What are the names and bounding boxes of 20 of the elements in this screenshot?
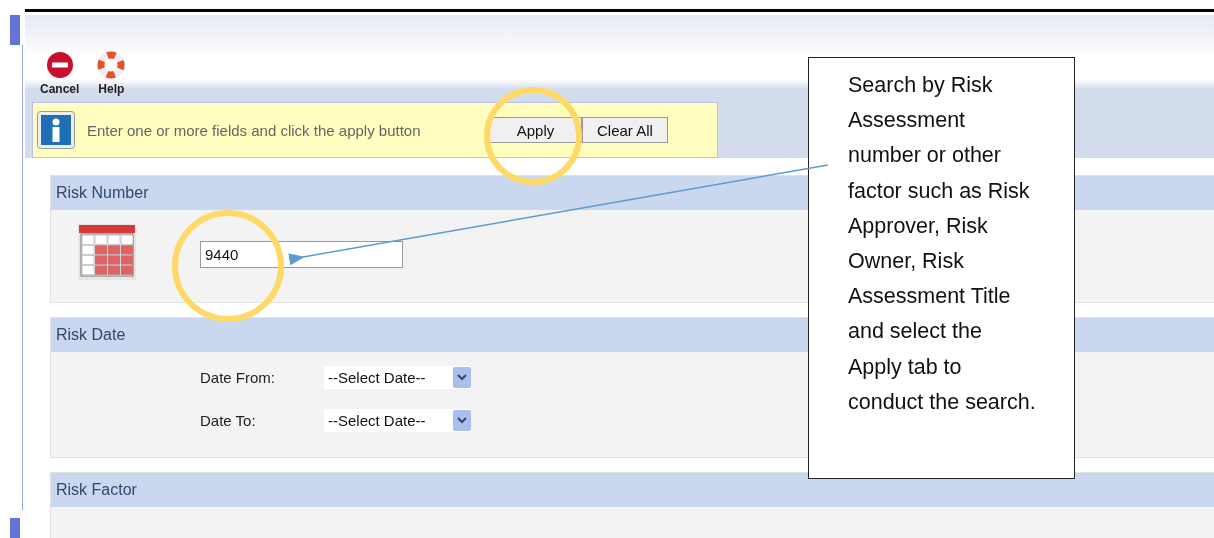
- help-button[interactable]: Help: [97, 51, 126, 96]
- section-header: Risk Factor: [51, 473, 1214, 507]
- date-select[interactable]: --Select Date--: [324, 409, 471, 432]
- table-icon: [78, 224, 136, 280]
- cancel-button[interactable]: Cancel: [40, 51, 80, 96]
- apply-button[interactable]: Apply: [489, 117, 582, 143]
- lifebuoy-icon: [97, 51, 126, 79]
- info-message: Enter one or more fields and click the apply button: [87, 121, 422, 139]
- clear-all-button[interactable]: Clear All: [582, 117, 668, 143]
- field-label: Date To:: [200, 412, 257, 429]
- chevron-down-icon: [457, 417, 467, 424]
- callout-text: Search by Risk Assessment number or other factor such as Risk Approver, Risk Owner, Risk Assessment Title and select the Apply tab to conduct the search.: [808, 57, 1075, 479]
- chevron-down-icon: [457, 374, 467, 381]
- info-icon: [37, 111, 75, 149]
- date-select[interactable]: --Select Date--: [324, 366, 471, 389]
- accent-bar: [10, 518, 20, 538]
- risk-number-field[interactable]: 9440: [200, 241, 403, 268]
- accent-bar: [10, 15, 20, 45]
- no-entry-icon: [45, 51, 74, 79]
- field-label: Date From:: [200, 369, 276, 386]
